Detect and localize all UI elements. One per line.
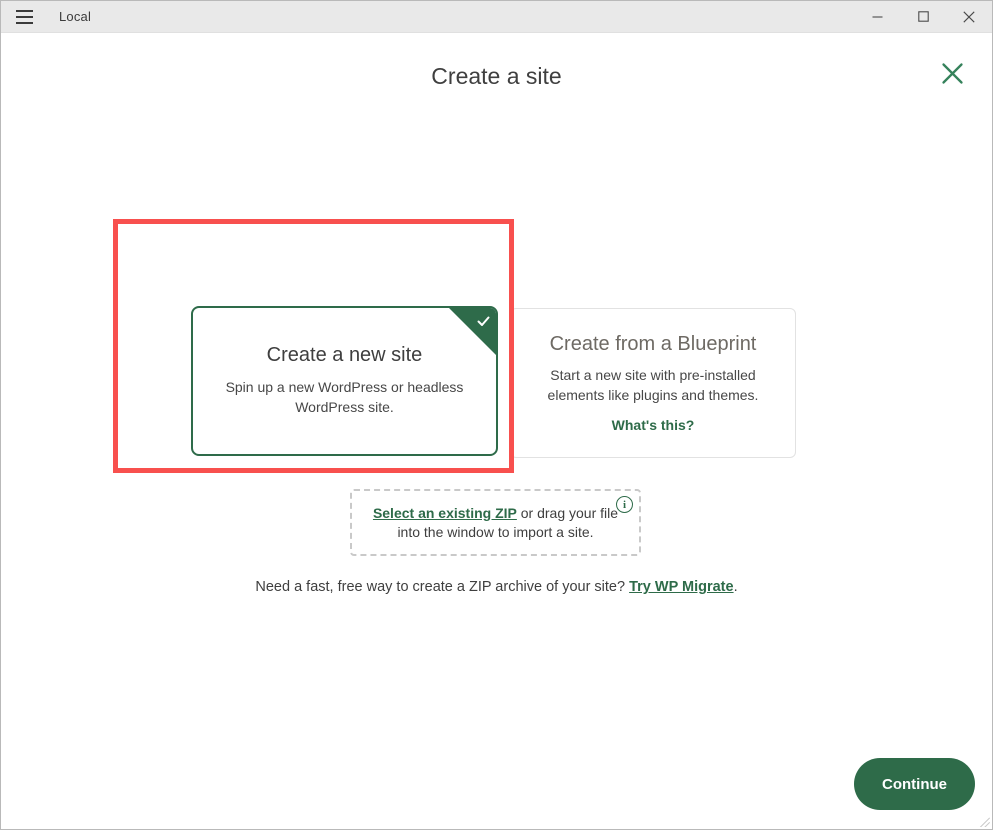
info-icon[interactable]: i bbox=[616, 496, 633, 513]
maximize-icon[interactable] bbox=[900, 1, 946, 33]
page-title: Create a site bbox=[1, 63, 992, 90]
window-title: Local bbox=[59, 9, 91, 24]
resize-grip[interactable] bbox=[977, 814, 990, 827]
card-create-from-blueprint[interactable]: Create from a Blueprint Start a new site… bbox=[510, 308, 796, 458]
zip-import-dropzone[interactable]: Select an existing ZIP or drag your file… bbox=[350, 489, 641, 556]
window-controls bbox=[854, 1, 992, 33]
continue-button[interactable]: Continue bbox=[854, 758, 975, 810]
migrate-text: Need a fast, free way to create a ZIP ar… bbox=[255, 579, 629, 595]
site-options-row: Create a new site Spin up a new WordPres… bbox=[191, 306, 796, 458]
migrate-suffix: . bbox=[734, 579, 738, 595]
check-icon bbox=[477, 314, 490, 332]
minimize-icon[interactable] bbox=[854, 1, 900, 33]
hamburger-menu-icon[interactable] bbox=[1, 1, 47, 33]
close-dialog-icon[interactable] bbox=[938, 59, 966, 87]
card-description: Spin up a new WordPress or headless Word… bbox=[209, 378, 481, 418]
card-title: Create from a Blueprint bbox=[550, 333, 757, 356]
card-create-new-site[interactable]: Create a new site Spin up a new WordPres… bbox=[191, 306, 498, 456]
card-title: Create a new site bbox=[267, 344, 423, 367]
card-description: Start a new site with pre-installed elem… bbox=[528, 366, 778, 406]
titlebar: Local bbox=[1, 1, 992, 33]
try-wp-migrate-link[interactable]: Try WP Migrate bbox=[629, 579, 733, 595]
wp-migrate-line: Need a fast, free way to create a ZIP ar… bbox=[1, 579, 992, 595]
close-window-icon[interactable] bbox=[946, 1, 992, 33]
zip-import-text: Select an existing ZIP or drag your file… bbox=[371, 504, 621, 542]
select-existing-zip-link[interactable]: Select an existing ZIP bbox=[373, 505, 517, 521]
whats-this-link[interactable]: What's this? bbox=[612, 417, 695, 433]
